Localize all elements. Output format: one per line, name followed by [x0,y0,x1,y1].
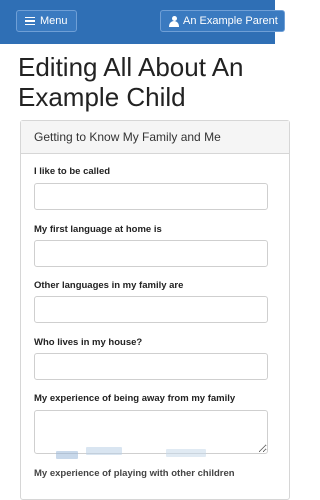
other-languages-input[interactable] [34,296,268,323]
top-navbar: Menu An Example Parent [0,0,285,44]
hamburger-icon [25,15,35,28]
render-artifact [166,449,206,457]
menu-button[interactable]: Menu [16,10,77,32]
menu-label: Menu [40,15,68,27]
field-label-who-lives: Who lives in my house? [34,337,143,348]
field-label-first-language: My first language at home is [34,224,162,235]
field-label-playing-with-children: My experience of playing with other chil… [34,468,235,479]
page-title: Editing All About An Example Child [18,52,244,112]
away-from-family-textarea[interactable] [34,410,268,454]
user-icon [169,15,179,27]
field-label-called: I like to be called [34,166,111,177]
who-lives-input[interactable] [34,353,268,380]
user-name: An Example Parent [183,15,278,27]
field-label-other-languages: Other languages in my family are [34,280,184,291]
family-panel: Getting to Know My Family and Me I like … [20,120,290,500]
field-label-away-from-family: My experience of being away from my fami… [34,393,236,404]
render-artifact [56,451,78,459]
user-menu-button[interactable]: An Example Parent [160,10,285,32]
called-input[interactable] [34,183,268,210]
render-artifact [86,447,122,455]
first-language-input[interactable] [34,240,268,267]
panel-heading: Getting to Know My Family and Me [21,121,289,154]
